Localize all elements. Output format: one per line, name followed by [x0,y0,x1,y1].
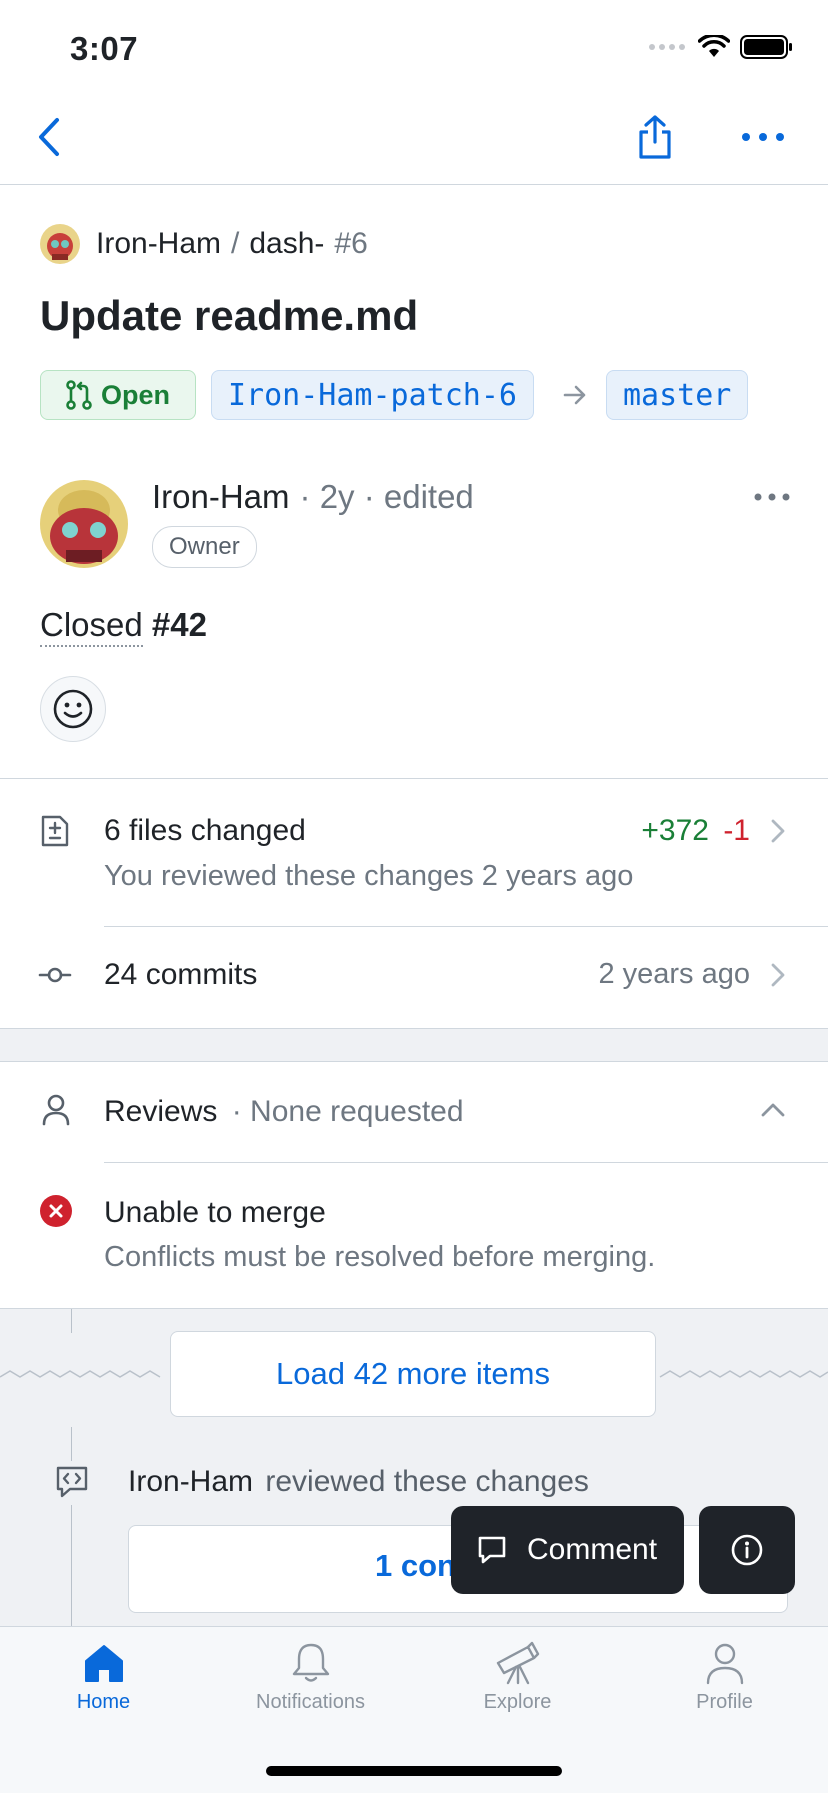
git-pull-request-icon [66,380,92,410]
add-reaction-button[interactable] [40,676,106,742]
comment-button-label: Comment [527,1533,658,1566]
comment-button[interactable]: Comment [451,1506,684,1594]
owner-badge: Owner [152,526,257,568]
person-icon [42,1094,70,1126]
closed-text: Closed [40,606,143,647]
base-branch[interactable]: master [606,370,749,420]
ellipsis-icon [742,133,784,141]
nav-bar [0,90,828,185]
reviews-status: · None requested [231,1095,464,1128]
person-icon [706,1643,743,1685]
bell-icon [292,1643,329,1682]
chevron-right-icon [771,819,785,843]
reviews-row[interactable]: Reviews · None requested [0,1062,828,1162]
review-comments-link[interactable]: 1 con [375,1548,456,1584]
signal-icon [649,44,685,50]
telescope-icon [496,1641,539,1685]
share-icon [639,115,671,159]
status-time: 3:07 [70,30,139,67]
diff-stats: +372 -1 [641,814,750,848]
review-text: reviewed these changes [265,1465,589,1498]
repo-owner: Iron-Ham [96,227,222,260]
status-icons [648,34,794,60]
tab-notifications[interactable]: Notifications [207,1641,414,1714]
deletions-count: -1 [723,814,750,847]
commits-title: 24 commits [104,958,258,991]
status-badge: Open [40,370,196,420]
battery-icon [740,35,792,59]
back-button[interactable] [14,90,84,184]
tab-home-label: Home [76,1691,131,1713]
merge-status-subtitle: Conflicts must be resolved before mergin… [104,1241,656,1273]
author-line: Iron-Ham · 2y · edited [152,478,474,516]
code-review-icon [56,1466,88,1498]
files-changed-row[interactable]: 6 files changed You reviewed these chang… [0,780,828,926]
arrow-right-icon [563,385,586,405]
additions-count: +372 [641,814,709,847]
status-label: Open [101,379,171,410]
repo-owner-avatar [40,224,80,264]
timeline-line [71,1309,72,1333]
issue-link[interactable]: #42 [152,606,207,643]
author-name[interactable]: Iron-Ham [152,478,290,516]
git-commit-icon [38,967,72,983]
head-branch[interactable]: Iron-Ham-patch-6 [211,370,534,420]
tab-profile[interactable]: Profile [621,1641,828,1714]
chevron-right-icon [771,963,785,987]
file-diff-icon [41,815,69,847]
page-title: Update readme.md [40,292,419,339]
files-changed-subtitle: You reviewed these changes 2 years ago [104,860,634,892]
error-x-circle-icon [40,1195,72,1227]
repo-separator: / [231,227,240,260]
tab-home[interactable]: Home [0,1641,207,1714]
load-more-button[interactable]: Load 42 more items [170,1331,656,1417]
reviews-title: Reviews [104,1095,218,1128]
commits-time: 2 years ago [598,958,750,990]
tab-notifications-label: Notifications [256,1691,365,1713]
comment-icon [478,1536,506,1564]
info-icon [731,1534,763,1566]
comment-options-icon[interactable] [754,492,790,502]
author-avatar[interactable] [40,480,128,568]
tab-explore-label: Explore [483,1691,552,1713]
timeline-line [71,1427,72,1627]
wifi-icon [698,35,730,57]
merge-status-title: Unable to merge [104,1196,326,1229]
reviews-label: Reviews · None requested [104,1095,464,1129]
repo-name: dash- [249,227,325,260]
pr-number: #6 [334,227,368,260]
home-icon [84,1645,123,1682]
section-spacer [0,1028,828,1062]
files-changed-title: 6 files changed [104,814,306,847]
chevron-left-icon [39,118,59,156]
author-meta: · 2y · edited [299,478,474,515]
comment-body: Closed #42 [40,606,207,647]
commits-row[interactable]: 24 commits 2 years ago [0,927,828,1027]
review-actor[interactable]: Iron-Ham [128,1465,253,1498]
share-button[interactable] [620,90,690,184]
home-indicator [266,1766,562,1776]
smiley-icon [53,689,93,729]
chevron-up-icon [761,1103,785,1117]
divider [0,778,828,779]
tab-profile-label: Profile [696,1691,753,1713]
review-event: Iron-Ham reviewed these changes [128,1465,589,1499]
more-button[interactable] [728,90,798,184]
merge-status: Unable to merge Conflicts must be resolv… [0,1163,828,1307]
info-button[interactable] [699,1506,795,1594]
repo-breadcrumb[interactable]: Iron-Ham / dash- #6 [40,224,368,264]
tab-explore[interactable]: Explore [414,1641,621,1714]
